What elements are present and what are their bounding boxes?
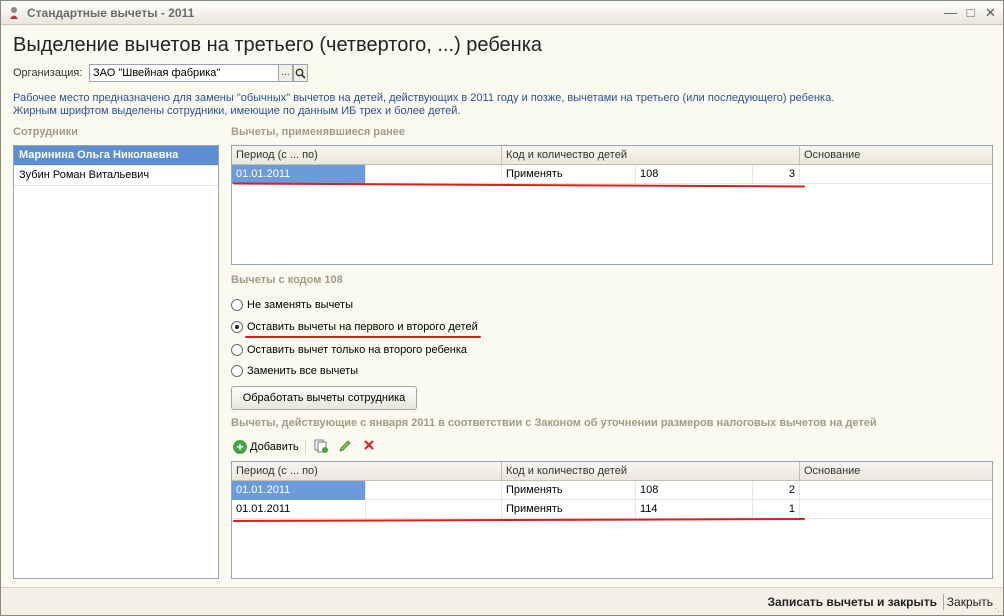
table-row[interactable]: 01.01.2011 Применять 108 2 (232, 481, 992, 500)
employees-label: Сотрудники (13, 126, 78, 138)
copy-icon[interactable] (312, 439, 330, 455)
column-header-period[interactable]: Период (с ... по) (232, 462, 502, 481)
count-cell[interactable]: 3 (753, 165, 800, 184)
period-end-cell[interactable] (366, 481, 502, 500)
table-row[interactable]: 01.01.2011 Применять 108 3 (232, 165, 992, 184)
radio-button[interactable] (231, 365, 243, 377)
table-header: Период (с ... по) Код и количество детей… (232, 462, 992, 481)
column-header-basis[interactable]: Основание (800, 462, 992, 481)
radio-button-checked[interactable] (231, 321, 243, 333)
magnifier-icon[interactable] (293, 64, 308, 82)
deductions-window: Стандартные вычеты - 2011 — □ ✕ Выделени… (0, 0, 1004, 616)
page-title: Выделение вычетов на третьего (четвертог… (13, 34, 543, 56)
process-employee-button[interactable]: Обработать вычеты сотрудника (231, 386, 417, 410)
organization-select-button[interactable]: ... (278, 64, 293, 82)
radio-label: Оставить вычет только на второго ребенка (247, 344, 467, 356)
annotation-underline (245, 336, 481, 338)
radio-no-replace[interactable]: Не заменять вычеты (231, 297, 353, 313)
close-icon[interactable]: ✕ (982, 5, 999, 21)
employee-item[interactable]: Маринина Ольга Николаевна (14, 146, 218, 166)
apply-cell[interactable]: Применять (502, 165, 636, 184)
radio-replace-all[interactable]: Заменить все вычеты (231, 363, 358, 379)
code-cell[interactable]: 108 (636, 481, 753, 500)
pencil-icon[interactable] (336, 439, 354, 455)
code-cell[interactable]: 108 (636, 165, 753, 184)
bottom-bar: Записать вычеты и закрыть Закрыть ⋱ (1, 587, 1003, 615)
minimize-icon[interactable]: — (942, 5, 959, 21)
add-button[interactable]: + Добавить (233, 440, 306, 454)
apply-cell[interactable]: Применять (502, 481, 636, 500)
maximize-icon[interactable]: □ (962, 5, 979, 21)
info-text-1: Рабочее место предназначено для замены "… (13, 92, 835, 104)
radio-button[interactable] (231, 299, 243, 311)
column-header-code[interactable]: Код и количество детей (502, 462, 800, 481)
title-bar: Стандартные вычеты - 2011 — □ ✕ (1, 1, 1003, 25)
resize-grip-icon[interactable]: ⋱ (991, 603, 1001, 613)
window-title: Стандартные вычеты - 2011 (27, 6, 195, 20)
save-and-close-button[interactable]: Записать вычеты и закрыть (768, 595, 938, 609)
period-end-cell[interactable] (366, 500, 502, 519)
organization-label: Организация: (13, 67, 83, 79)
column-header-period[interactable]: Период (с ... по) (232, 146, 502, 165)
info-text-2: Жирным шрифтом выделены сотрудники, имею… (13, 105, 461, 117)
employees-list[interactable]: Маринина Ольга Николаевна Зубин Роман Ви… (13, 145, 219, 579)
previous-deductions-table[interactable]: Период (с ... по) Код и количество детей… (231, 145, 993, 265)
employee-item[interactable]: Зубин Роман Витальевич (14, 166, 218, 186)
add-button-label: Добавить (250, 441, 299, 453)
basis-cell[interactable] (800, 500, 992, 519)
previous-deductions-label: Вычеты, применявшиеся ранее (231, 126, 406, 138)
count-cell[interactable]: 2 (753, 481, 800, 500)
radio-label: Не заменять вычеты (247, 299, 353, 311)
radio-label: Заменить все вычеты (247, 365, 359, 377)
close-button[interactable]: Закрыть (947, 595, 993, 609)
basis-cell[interactable] (800, 481, 992, 500)
period-end-cell[interactable] (366, 165, 502, 184)
radio-button[interactable] (231, 344, 243, 356)
deductions-toolbar: + Добавить (233, 438, 378, 456)
basis-cell[interactable] (800, 165, 992, 184)
count-cell[interactable]: 1 (753, 500, 800, 519)
app-icon (10, 7, 18, 19)
organization-field[interactable]: ЗАО "Швейная фабрика" (89, 64, 279, 82)
period-cell[interactable]: 01.01.2011 (232, 165, 366, 184)
radio-keep-second[interactable]: Оставить вычет только на второго ребенка (231, 342, 467, 358)
table-row[interactable]: 01.01.2011 Применять 114 1 (232, 500, 992, 519)
period-cell[interactable]: 01.01.2011 (232, 500, 366, 519)
column-header-basis[interactable]: Основание (800, 146, 992, 165)
new-deductions-label: Вычеты, действующие с января 2011 в соот… (231, 417, 877, 429)
column-header-code[interactable]: Код и количество детей (502, 146, 800, 165)
plus-circle-icon: + (233, 440, 247, 454)
radio-keep-first-second[interactable]: Оставить вычеты на первого и второго дет… (231, 319, 478, 335)
code-cell[interactable]: 114 (636, 500, 753, 519)
delete-x-icon[interactable] (360, 439, 378, 455)
table-header: Период (с ... по) Код и количество детей… (232, 146, 992, 165)
code-108-label: Вычеты с кодом 108 (231, 274, 343, 286)
apply-cell[interactable]: Применять (502, 500, 636, 519)
separator (943, 594, 944, 610)
period-cell[interactable]: 01.01.2011 (232, 481, 366, 500)
radio-label: Оставить вычеты на первого и второго дет… (247, 321, 478, 333)
